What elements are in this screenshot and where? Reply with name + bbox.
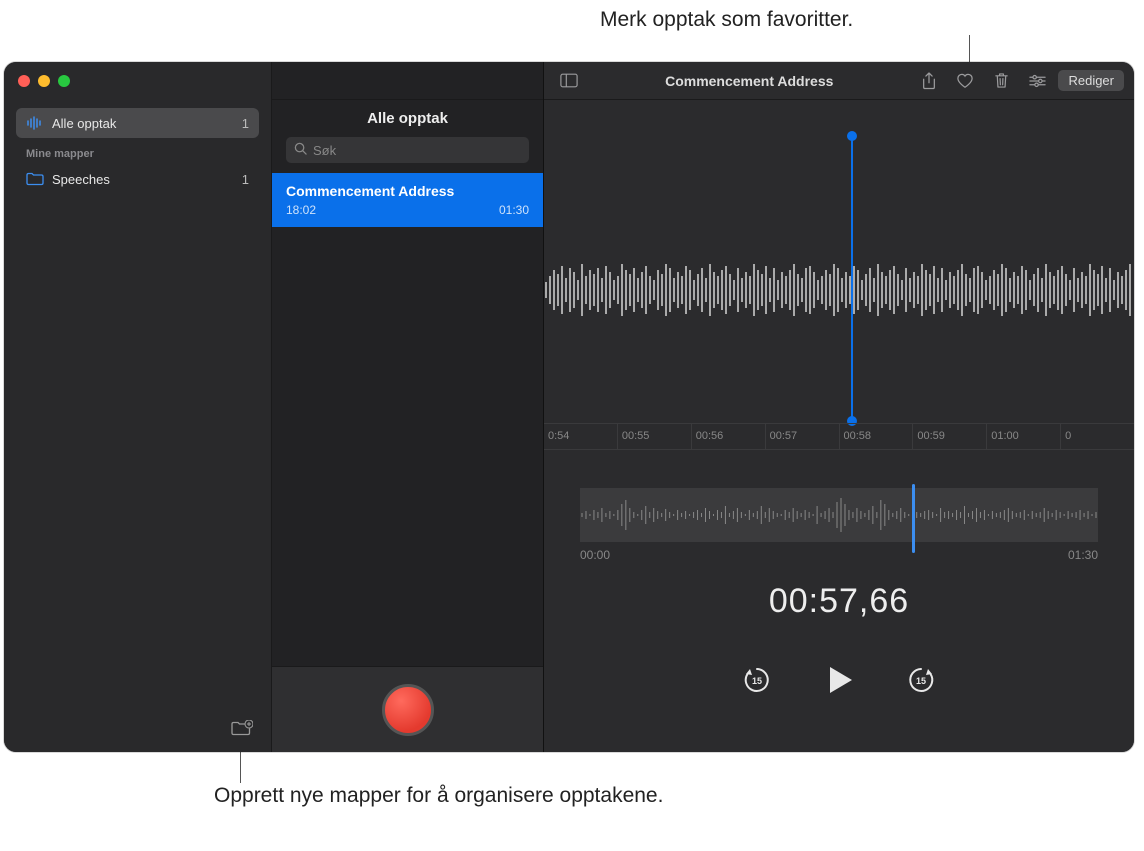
overview-start-time: 00:00: [580, 548, 610, 562]
recording-duration: 01:30: [499, 203, 529, 217]
edit-button[interactable]: Rediger: [1058, 70, 1124, 91]
list-titlebar: [272, 62, 543, 100]
time-tick: 0:54: [544, 424, 618, 449]
share-button[interactable]: [914, 68, 944, 94]
new-folder-button[interactable]: [231, 720, 253, 743]
detail-column: Commencement Address: [544, 62, 1134, 752]
toolbar: Commencement Address: [544, 62, 1134, 100]
sidebar: Alle opptak 1 Mine mapper Speeches 1: [4, 62, 272, 752]
search-icon: [294, 142, 307, 158]
time-tick: 00:59: [913, 424, 987, 449]
recording-time: 18:02: [286, 203, 316, 217]
sidebar-content: Alle opptak 1 Mine mapper Speeches 1: [4, 100, 271, 710]
voice-memos-window: Alle opptak 1 Mine mapper Speeches 1: [4, 62, 1134, 752]
overview-playhead[interactable]: [912, 484, 915, 553]
record-bar: [272, 666, 543, 752]
play-button[interactable]: [820, 661, 858, 699]
annotation-favorite: Merk opptak som favoritter.: [600, 8, 853, 32]
time-tick: 00:57: [766, 424, 840, 449]
toggle-sidebar-button[interactable]: [554, 68, 584, 94]
recording-item[interactable]: Commencement Address 18:02 01:30: [272, 173, 543, 227]
svg-text:15: 15: [752, 676, 762, 686]
skip-back-15-button[interactable]: 15: [742, 665, 772, 695]
waveform-overview-icon: [580, 488, 1098, 542]
annotation-new-folder: Opprett nye mapper for å organisere oppt…: [214, 782, 663, 809]
recordings-list-header: Alle opptak: [272, 100, 543, 137]
delete-button[interactable]: [986, 68, 1016, 94]
sidebar-item-count: 1: [242, 116, 249, 131]
recording-title: Commencement Address: [286, 183, 529, 199]
time-tick: 01:00: [987, 424, 1061, 449]
time-tick: 00:58: [840, 424, 914, 449]
close-window-button[interactable]: [18, 75, 30, 87]
sidebar-item-count: 1: [242, 172, 249, 187]
time-ruler: 0:54 00:55 00:56 00:57 00:58 00:59 01:00…: [544, 423, 1134, 449]
sidebar-item-label: Speeches: [52, 172, 110, 187]
zoom-window-button[interactable]: [58, 75, 70, 87]
folder-icon: [26, 172, 44, 186]
playhead[interactable]: [851, 136, 853, 421]
waveform-display[interactable]: 0:54 00:55 00:56 00:57 00:58 00:59 01:00…: [544, 100, 1134, 450]
sidebar-section-my-folders: Mine mapper: [16, 138, 259, 164]
svg-text:15: 15: [916, 676, 926, 686]
search-input[interactable]: [313, 143, 521, 158]
minimize-window-button[interactable]: [38, 75, 50, 87]
sidebar-item-speeches[interactable]: Speeches 1: [16, 164, 259, 194]
recording-title-header: Commencement Address: [590, 73, 908, 89]
favorite-button[interactable]: [950, 68, 980, 94]
overview-time-labels: 00:00 01:30: [580, 548, 1098, 562]
waveform-overview[interactable]: [580, 488, 1098, 542]
transport-controls: 15 15: [544, 661, 1134, 699]
sidebar-footer: [4, 710, 271, 752]
record-button[interactable]: [382, 684, 434, 736]
waveform-icon: [26, 116, 44, 130]
recordings-list-column: Alle opptak Commencement Address 18:02 0…: [272, 62, 544, 752]
sidebar-item-all-recordings[interactable]: Alle opptak 1: [16, 108, 259, 138]
search-field[interactable]: [286, 137, 529, 163]
current-time-display: 00:57,66: [544, 582, 1134, 621]
waveform-icon: [544, 250, 1134, 330]
overview-end-time: 01:30: [1068, 548, 1098, 562]
window-controls: [4, 62, 271, 100]
time-tick: 00:55: [618, 424, 692, 449]
time-tick: 00:56: [692, 424, 766, 449]
time-tick: 0: [1061, 424, 1134, 449]
settings-button[interactable]: [1022, 68, 1052, 94]
sidebar-item-label: Alle opptak: [52, 116, 116, 131]
skip-forward-15-button[interactable]: 15: [906, 665, 936, 695]
